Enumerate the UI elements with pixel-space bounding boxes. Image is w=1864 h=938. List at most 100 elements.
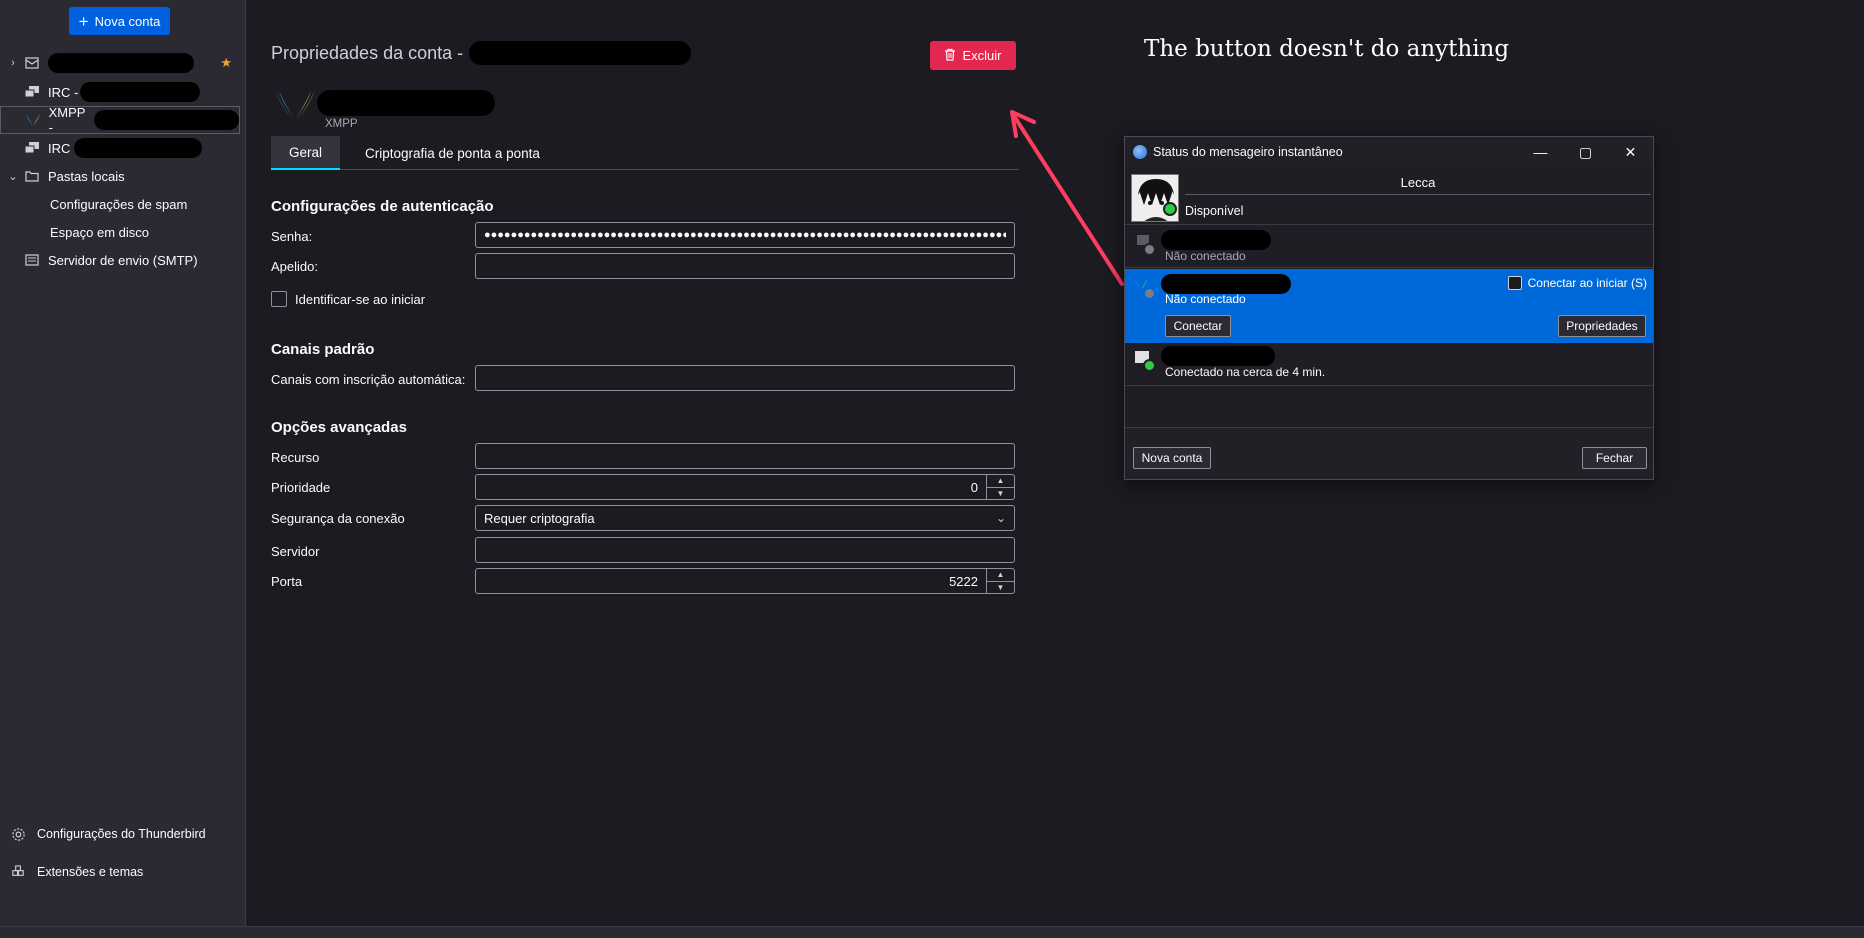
close-dialog-button[interactable]: Fechar <box>1582 447 1647 469</box>
sidebar-item-mail-account[interactable]: › ★ <box>0 50 246 76</box>
redacted-account-name <box>469 41 692 65</box>
connect-label: Conectar <box>1173 319 1223 333</box>
chevron-right-icon[interactable]: › <box>6 57 20 69</box>
thunderbird-settings-link[interactable]: Configurações do Thunderbird <box>0 821 206 847</box>
priority-label: Prioridade <box>271 480 331 495</box>
online-status-icon <box>1143 359 1156 372</box>
server-field[interactable] <box>475 537 1015 563</box>
autoconnect-checkbox-row[interactable]: Conectar ao iniciar (S) <box>1507 276 1647 290</box>
sidebar-item-label: IRC - <box>48 84 79 100</box>
properties-label: Propriedades <box>1566 319 1638 333</box>
offline-status-icon <box>1143 287 1156 300</box>
delete-label: Excluir <box>962 48 1002 63</box>
page-title-text: Propriedades da conta - <box>271 42 464 63</box>
account-status: Não conectado <box>1165 249 1246 263</box>
account-settings-pane: Propriedades da conta - Excluir XMPP Ger… <box>247 0 1027 926</box>
sidebar-item-label: Espaço em disco <box>50 224 149 240</box>
tab-label: Geral <box>288 144 322 160</box>
dialog-title: Status do mensageiro instantâneo <box>1153 145 1343 159</box>
spin-down-icon[interactable]: ▼ <box>987 488 1014 500</box>
redacted-account-name <box>74 138 203 158</box>
advanced-section-title: Opções avançadas <box>271 419 407 436</box>
settings-label: Configurações do Thunderbird <box>37 827 206 841</box>
sidebar-item-label: Servidor de envio (SMTP) <box>48 252 198 268</box>
user-name[interactable]: Lecca <box>1185 175 1651 195</box>
port-spinner[interactable]: ▲ ▼ <box>986 569 1014 593</box>
account-type-label: XMPP <box>325 118 358 130</box>
delete-account-button[interactable]: Excluir <box>930 41 1016 70</box>
new-account-label: Nova conta <box>1141 451 1203 465</box>
tab-e2ee[interactable]: Criptografia de ponta a ponta <box>355 136 550 170</box>
sidebar-item-disk-space[interactable]: Espaço em disco <box>0 219 246 245</box>
window-controls: — ▢ ✕ <box>1518 137 1653 167</box>
nick-field[interactable] <box>475 253 1015 279</box>
autojoin-field[interactable] <box>475 365 1015 391</box>
resource-label: Recurso <box>271 450 320 465</box>
close-label: Fechar <box>1595 451 1634 465</box>
addons-link[interactable]: Extensões e temas <box>0 859 143 885</box>
spin-up-icon[interactable]: ▲ <box>987 569 1014 582</box>
priority-field[interactable]: 0 ▲ ▼ <box>475 474 1015 500</box>
connect-button[interactable]: Conectar <box>1165 315 1231 337</box>
redacted-account-name <box>317 90 495 116</box>
user-status[interactable]: Disponível <box>1185 204 1243 218</box>
folder-icon <box>24 169 40 183</box>
thunderbird-icon <box>1133 145 1147 159</box>
online-status-icon <box>1163 202 1177 216</box>
offline-status-icon <box>1143 243 1156 256</box>
default-star-icon: ★ <box>220 55 232 70</box>
sidebar-item-smtp[interactable]: Servidor de envio (SMTP) <box>0 247 246 273</box>
autojoin-label: Canais com inscrição automática: <box>271 372 466 387</box>
maximize-icon[interactable]: ▢ <box>1563 137 1608 167</box>
security-select[interactable]: Requer criptografia ⌄ <box>475 505 1015 531</box>
resource-field[interactable] <box>475 443 1015 469</box>
chevron-down-icon[interactable]: ⌄ <box>6 170 20 183</box>
sidebar-item-irc-account[interactable]: IRC - <box>0 79 246 105</box>
spin-down-icon[interactable]: ▼ <box>987 582 1014 594</box>
new-account-button[interactable]: + Nova conta <box>69 7 170 35</box>
outgoing-server-icon <box>24 253 40 267</box>
account-sidebar: + Nova conta › ★ IRC - XMPP - IRC ⌄ Past… <box>0 0 246 926</box>
password-field[interactable]: ●●●●●●●●●●●●●●●●●●●●●●●●●●●●●●●●●●●●●●●●… <box>475 222 1015 248</box>
autologin-checkbox[interactable] <box>271 291 287 307</box>
sidebar-item-local-folders[interactable]: ⌄ Pastas locais <box>0 163 246 189</box>
sidebar-item-label: XMPP - <box>48 105 86 135</box>
redacted-account-name <box>1161 274 1291 294</box>
sidebar-item-label: Configurações de spam <box>50 196 188 212</box>
security-label: Segurança da conexão <box>271 511 405 526</box>
xmpp-logo-icon <box>273 88 317 127</box>
close-icon[interactable]: ✕ <box>1608 137 1653 167</box>
tab-general[interactable]: Geral <box>271 136 340 170</box>
chat-icon <box>24 85 40 99</box>
properties-button[interactable]: Propriedades <box>1558 315 1646 337</box>
port-field[interactable]: 5222 ▲ ▼ <box>475 568 1015 594</box>
minimize-icon[interactable]: — <box>1518 137 1563 167</box>
sidebar-item-irc-account-2[interactable]: IRC <box>0 135 246 161</box>
chevron-down-icon: ⌄ <box>995 511 1006 525</box>
page-title: Propriedades da conta - <box>271 41 692 65</box>
annotation-text: The button doesn't do anything <box>1144 36 1510 62</box>
im-status-dialog: Status do mensageiro instantâneo — ▢ ✕ L… <box>1124 136 1654 480</box>
mail-account-icon <box>24 56 40 70</box>
autologin-checkbox-row[interactable]: Identificar-se ao iniciar <box>271 291 425 307</box>
sidebar-item-label: IRC <box>48 140 71 156</box>
autoconnect-checkbox[interactable] <box>1507 276 1522 290</box>
port-value: 5222 <box>949 573 978 589</box>
status-bar <box>0 926 1864 938</box>
redacted-account-name <box>1161 346 1275 366</box>
redacted-account-name <box>80 82 201 102</box>
spin-up-icon[interactable]: ▲ <box>987 475 1014 488</box>
auth-section-title: Configurações de autenticação <box>271 198 494 215</box>
password-label: Senha: <box>271 229 313 244</box>
trash-icon <box>944 48 956 64</box>
sidebar-item-spam-settings[interactable]: Configurações de spam <box>0 191 246 217</box>
annotation-arrow <box>1010 110 1124 286</box>
autoconnect-label: Conectar ao iniciar (S) <box>1527 276 1647 290</box>
priority-spinner[interactable]: ▲ ▼ <box>986 475 1014 499</box>
chat-icon <box>24 141 40 155</box>
account-status: Conectado na cerca de 4 min. <box>1165 365 1326 379</box>
new-account-dialog-button[interactable]: Nova conta <box>1133 447 1211 469</box>
sidebar-item-xmpp-account[interactable]: XMPP - <box>0 105 240 135</box>
account-status: Não conectado <box>1165 292 1246 306</box>
priority-value: 0 <box>970 479 978 495</box>
